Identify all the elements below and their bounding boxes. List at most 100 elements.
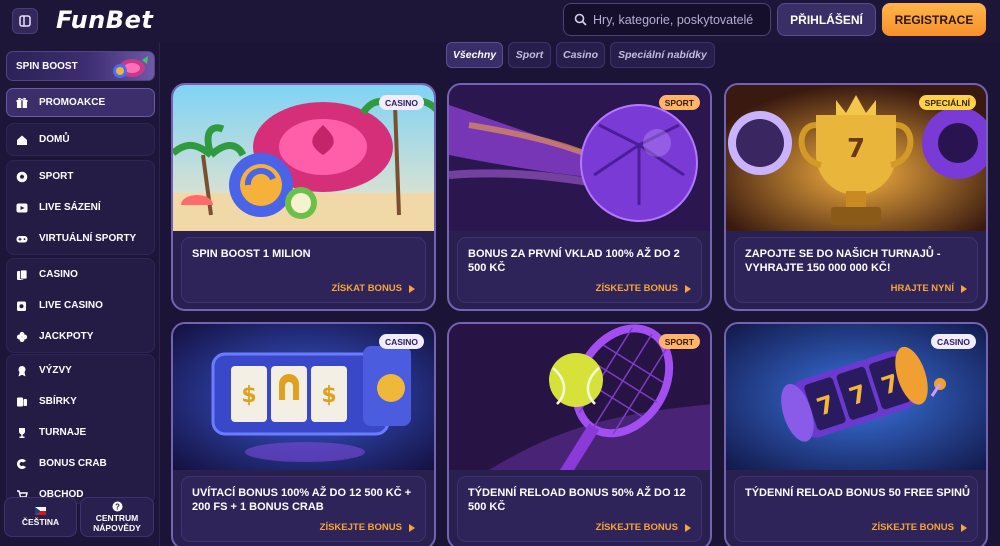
sidebar-group-home: DOMŮ <box>6 123 155 156</box>
sidebar-item-sbirky[interactable]: SBÍRKY <box>7 386 154 417</box>
spin-boost-label: SPIN BOOST <box>16 60 78 72</box>
category-badge: SPORT <box>658 95 700 110</box>
svg-text:$: $ <box>321 383 336 408</box>
card-cta-label: ZÍSKEJTE BONUS <box>595 522 678 533</box>
category-badge: CASINO <box>930 334 976 349</box>
sidebar-toggle-button[interactable] <box>12 8 38 34</box>
sidebar-item-casino[interactable]: CASINO <box>7 259 154 290</box>
search-icon <box>574 13 587 26</box>
card-cta-label: ZÍSKEJTE BONUS <box>871 522 954 533</box>
card-panel: ZAPOJTE SE DO NAŠICH TURNAJŮ - VYHRAJTE … <box>734 237 978 303</box>
sidebar-item-label: SBÍRKY <box>39 396 77 407</box>
language-button[interactable]: ČEŠTINA <box>4 497 77 537</box>
sidebar-item-label: TURNAJE <box>39 427 87 438</box>
tab-casino[interactable]: Casino <box>556 42 605 68</box>
medal-icon <box>16 365 28 377</box>
home-icon <box>16 134 28 146</box>
category-badge: CASINO <box>378 334 424 349</box>
card-cta-label: ZÍSKEJTE BONUS <box>319 522 402 533</box>
login-button[interactable]: PŘIHLÁŠENÍ <box>777 3 876 36</box>
collection-icon <box>16 396 28 408</box>
card-cta-button[interactable]: ZÍSKAT BONUS <box>331 283 415 294</box>
sidebar-item-turnaje[interactable]: TURNAJE <box>7 417 154 448</box>
sidebar-item-jackpoty[interactable]: JACKPOTY <box>7 321 154 352</box>
card-panel: BONUS ZA PRVNÍ VKLAD 100% AŽ DO 2 500 KČ… <box>457 237 702 303</box>
help-label-line2: NÁPOVĚDY <box>93 522 141 533</box>
tab-specialni-nabidky[interactable]: Speciální nabídky <box>610 42 715 68</box>
card-title: UVÍTACÍ BONUS 100% AŽ DO 12 500 KČ + 200… <box>192 487 412 513</box>
sidebar-item-label: CASINO <box>39 269 78 280</box>
arrow-right-icon <box>685 523 691 532</box>
sidebar: SPIN BOOST PROMOAKCE DOMŮ SPORT LIVE SÁZ… <box>0 42 160 546</box>
card-title: SPIN BOOST 1 MILION <box>192 248 311 260</box>
sidebar-item-vyzvy[interactable]: VÝZVY <box>7 355 154 386</box>
arrow-right-icon <box>409 523 415 532</box>
search-input[interactable] <box>593 12 768 27</box>
gamepad-icon <box>16 233 28 245</box>
promo-card[interactable]: $ $ CASINO UVÍTACÍ BONUS 100% AŽ DO 12 5… <box>171 322 436 546</box>
promo-card[interactable]: SPORT TÝDENNÍ RELOAD BONUS 50% AŽ DO 12 … <box>447 322 712 546</box>
sidebar-item-label: JACKPOTY <box>39 331 94 342</box>
card-panel: TÝDENNÍ RELOAD BONUS 50 FREE SPINŮ ZÍSKE… <box>734 476 978 542</box>
card-title: TÝDENNÍ RELOAD BONUS 50% AŽ DO 12 500 KČ <box>468 487 686 513</box>
svg-text:7: 7 <box>847 134 865 164</box>
sidebar-item-bonus-crab[interactable]: BONUS CRAB <box>7 448 154 479</box>
sidebar-item-label: BONUS CRAB <box>39 458 107 469</box>
card-panel: UVÍTACÍ BONUS 100% AŽ DO 12 500 KČ + 200… <box>181 476 426 542</box>
crab-icon <box>16 458 28 470</box>
arrow-right-icon <box>685 284 691 293</box>
card-cta-button[interactable]: ZÍSKEJTE BONUS <box>320 522 415 533</box>
funbet-logo[interactable]: FunBet <box>56 6 153 34</box>
arrow-right-icon <box>961 284 967 293</box>
sidebar-item-promoakce[interactable]: PROMOAKCE <box>6 88 155 117</box>
promo-card[interactable]: SPORT BONUS ZA PRVNÍ VKLAD 100% AŽ DO 2 … <box>447 83 712 311</box>
sidebar-item-live-sazeni[interactable]: LIVE SÁZENÍ <box>7 192 154 223</box>
arrow-right-icon <box>961 523 967 532</box>
card-cta-label: ZÍSKAT BONUS <box>331 283 402 294</box>
sidebar-item-virtualni-sporty[interactable]: VIRTUÁLNÍ SPORTY <box>7 223 154 254</box>
card-cta-button[interactable]: ZÍSKEJTE BONUS <box>872 522 967 533</box>
sidebar-item-label: VÝZVY <box>39 365 72 376</box>
sidebar-item-label: LIVE CASINO <box>39 300 103 311</box>
czech-flag-icon <box>35 506 46 515</box>
card-cta-button[interactable]: ZÍSKEJTE BONUS <box>596 283 691 294</box>
search-box[interactable] <box>563 3 771 36</box>
sidebar-group-sport: SPORT LIVE SÁZENÍ VIRTUÁLNÍ SPORTY <box>6 160 155 255</box>
soccer-ball-icon <box>16 171 28 183</box>
card-title: BONUS ZA PRVNÍ VKLAD 100% AŽ DO 2 500 KČ <box>468 248 680 274</box>
help-center-button[interactable]: ? CENTRUM NÁPOVĚDY <box>80 497 154 537</box>
arrow-right-icon <box>409 284 415 293</box>
sidebar-group-rewards: VÝZVY SBÍRKY TURNAJE BONUS CRAB OBCHOD <box>6 354 155 504</box>
promo-card[interactable]: 7 7 7 CASINO TÝDENNÍ RELOAD BONUS 50 FRE… <box>724 322 988 546</box>
live-play-icon <box>16 202 28 214</box>
help-icon: ? <box>112 501 122 512</box>
sidebar-item-label: DOMŮ <box>39 134 70 145</box>
casino-cards-icon <box>16 269 28 281</box>
sidebar-item-domu[interactable]: DOMŮ <box>7 124 154 155</box>
spin-boost-chip-icon <box>113 56 148 78</box>
language-label: ČEŠTINA <box>21 516 60 527</box>
category-badge: CASINO <box>378 95 424 110</box>
sidebar-item-label: LIVE SÁZENÍ <box>39 202 101 213</box>
spin-boost-banner[interactable]: SPIN BOOST <box>6 51 155 81</box>
trophy-icon <box>16 427 28 439</box>
tab-sport[interactable]: Sport <box>508 42 551 68</box>
svg-text:?: ? <box>115 502 120 511</box>
card-cta-label: ZÍSKEJTE BONUS <box>595 283 678 294</box>
clover-icon <box>16 331 28 343</box>
sidebar-toggle-icon <box>19 15 31 27</box>
card-cta-button[interactable]: ZÍSKEJTE BONUS <box>596 522 691 533</box>
card-title: ZAPOJTE SE DO NAŠICH TURNAJŮ - VYHRAJTE … <box>745 248 941 274</box>
register-button[interactable]: REGISTRACE <box>882 3 986 36</box>
promo-card[interactable]: 7 SPECIÁLNÍ ZAPOJTE SE DO NAŠICH TURNAJŮ… <box>724 83 988 311</box>
sidebar-item-live-casino[interactable]: LIVE CASINO <box>7 290 154 321</box>
category-badge: SPORT <box>658 334 700 349</box>
card-cta-button[interactable]: HRAJTE NYNÍ <box>891 283 967 294</box>
sidebar-item-sport[interactable]: SPORT <box>7 161 154 192</box>
category-badge: SPECIÁLNÍ <box>918 95 976 110</box>
sidebar-item-label: SPORT <box>39 171 74 182</box>
promo-card[interactable]: CASINO SPIN BOOST 1 MILION ZÍSKAT BONUS <box>171 83 436 311</box>
tab-vsechny[interactable]: Všechny <box>446 42 503 68</box>
svg-text:$: $ <box>241 383 256 408</box>
live-casino-icon <box>16 300 28 312</box>
